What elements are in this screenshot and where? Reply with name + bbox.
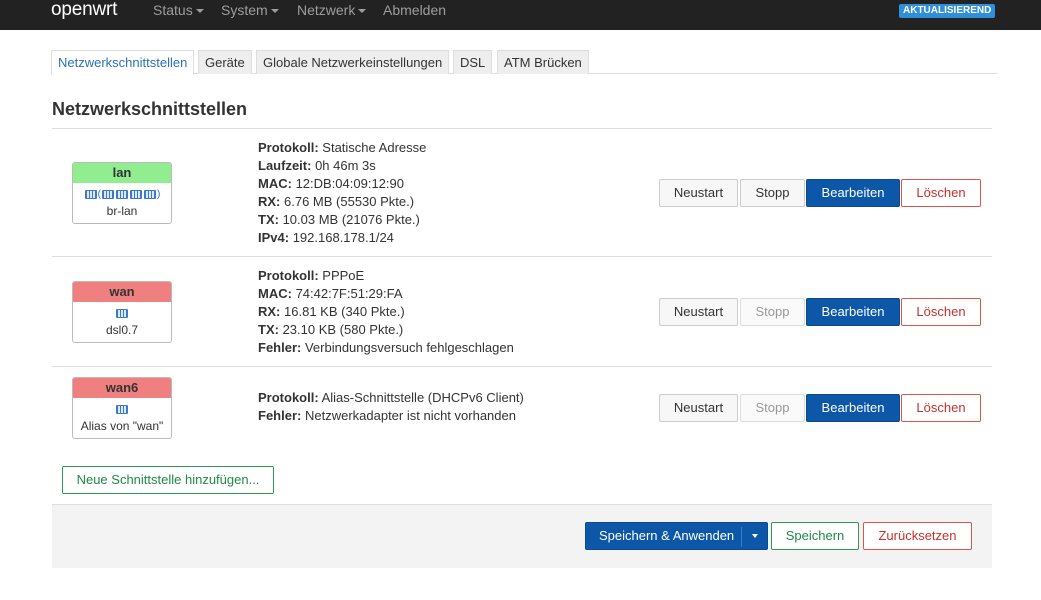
save-apply-label: Speichern & Anwenden — [599, 528, 735, 543]
interface-name: wan6 — [73, 378, 171, 398]
restart-button[interactable]: Neustart — [659, 394, 738, 422]
tab-dsl[interactable]: DSL — [453, 50, 493, 74]
chevron-down-icon — [270, 9, 279, 14]
top-navbar: openwrt Status System Netzwerk Abmelden … — [0, 0, 1041, 30]
interface-device: br-lan — [106, 204, 138, 218]
interface-name: lan — [73, 163, 171, 183]
interface-badge-wan: wan dsl0.7 — [72, 281, 172, 343]
tab-interfaces[interactable]: Netzwerkschnittstellen — [51, 50, 195, 75]
interface-badge-lan: lan () br-lan — [72, 162, 172, 224]
page-title: Netzwerkschnittstellen — [52, 99, 248, 119]
network-ports-icon: () — [73, 187, 171, 203]
stop-button[interactable]: Stopp — [740, 179, 805, 207]
tab-devices[interactable]: Geräte — [198, 50, 252, 74]
restart-button[interactable]: Neustart — [659, 179, 738, 207]
add-interface-button[interactable]: Neue Schnittstelle hinzufügen... — [62, 466, 274, 494]
alias-interface-icon — [73, 402, 171, 418]
interface-info-wan: Protokoll: PPPoE MAC: 74:42:7F:51:29:FA … — [258, 268, 514, 355]
tab-global-settings[interactable]: Globale Netzwerkeinstellungen — [256, 50, 450, 74]
menu-system-label: System — [221, 2, 268, 18]
delete-button[interactable]: Löschen — [901, 394, 981, 422]
divider — [52, 256, 992, 257]
split-divider — [741, 527, 742, 547]
edit-button[interactable]: Bearbeiten — [806, 298, 900, 326]
reset-button[interactable]: Zurücksetzen — [863, 522, 972, 550]
menu-netzwerk[interactable]: Netzwerk — [297, 2, 367, 18]
edit-button[interactable]: Bearbeiten — [806, 394, 900, 422]
menu-status[interactable]: Status — [153, 2, 204, 18]
interface-device: Alias von "wan" — [80, 419, 164, 433]
chevron-down-icon — [195, 9, 204, 14]
chevron-down-icon — [358, 9, 367, 14]
tab-bar: Netzwerkschnittstellen Geräte Globale Ne… — [51, 50, 997, 75]
stop-button[interactable]: Stopp — [740, 298, 805, 326]
refresh-status-badge[interactable]: AKTUALISIEREND — [899, 4, 996, 18]
interface-info-lan: Protokoll: Statische Adresse Laufzeit: 0… — [258, 140, 427, 245]
menu-status-label: Status — [153, 2, 193, 18]
delete-button[interactable]: Löschen — [901, 179, 981, 207]
menu-logout[interactable]: Abmelden — [383, 2, 446, 18]
network-port-icon — [73, 306, 171, 322]
interface-info-wan6: Protokoll: Alias-Schnittstelle (DHCPv6 C… — [258, 390, 524, 423]
dropdown-caret-icon[interactable] — [752, 534, 758, 538]
interface-badge-wan6: wan6 Alias von "wan" — [72, 377, 172, 439]
save-apply-button[interactable]: Speichern & Anwenden — [585, 522, 768, 550]
save-button[interactable]: Speichern — [771, 522, 859, 550]
stop-button[interactable]: Stopp — [740, 394, 805, 422]
divider — [52, 128, 992, 129]
menu-netzwerk-label: Netzwerk — [297, 2, 356, 18]
interface-device: dsl0.7 — [105, 323, 139, 337]
brand-logo[interactable]: openwrt — [51, 0, 117, 20]
divider — [52, 366, 992, 367]
edit-button[interactable]: Bearbeiten — [806, 179, 900, 207]
delete-button[interactable]: Löschen — [901, 298, 981, 326]
tab-atm-bridges[interactable]: ATM Brücken — [497, 50, 589, 74]
interface-name: wan — [73, 282, 171, 302]
menu-system[interactable]: System — [221, 2, 279, 18]
restart-button[interactable]: Neustart — [659, 298, 738, 326]
